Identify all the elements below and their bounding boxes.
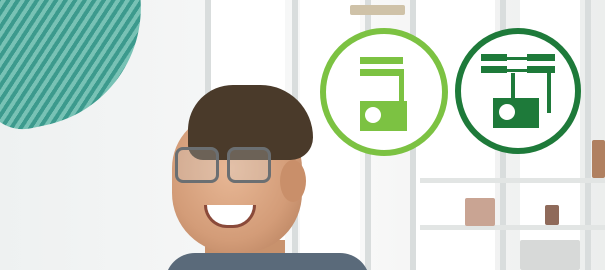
shelf <box>420 178 605 183</box>
shirt <box>165 253 370 270</box>
ear <box>280 160 306 202</box>
shelf <box>420 225 605 230</box>
glasses <box>175 147 275 183</box>
glasses-lens <box>227 147 271 183</box>
shelf-item <box>545 205 559 225</box>
linked-shelf-units-icon <box>453 26 583 156</box>
shelf-item <box>520 240 580 270</box>
striped-sleeve <box>0 0 164 137</box>
shelf-item <box>592 140 605 178</box>
glasses-lens <box>175 147 219 183</box>
shelf-item <box>350 5 405 15</box>
shelf-item <box>465 198 495 226</box>
single-shelf-unit-icon <box>318 26 450 158</box>
